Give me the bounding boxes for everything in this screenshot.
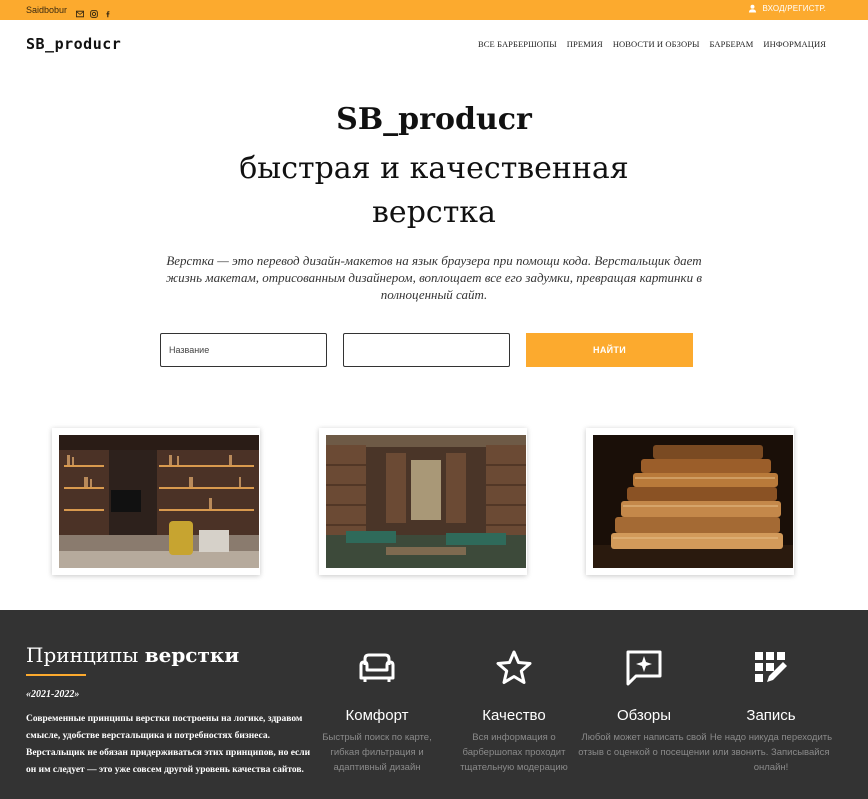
hero-title-line-2: верстка xyxy=(372,195,496,230)
feature-desc: Не надо никуда переходить или звонить. З… xyxy=(709,732,833,773)
nav-for-barbers[interactable]: БАРБЕРАМ xyxy=(710,39,754,49)
feature-title: Обзоры xyxy=(616,707,672,724)
nav-news-reviews[interactable]: НОВОСТИ И ОБЗОРЫ xyxy=(613,39,700,49)
nav-information[interactable]: ИНФОРМАЦИЯ xyxy=(763,39,826,49)
instagram-icon[interactable] xyxy=(90,5,98,18)
hero-brand: SB_producr xyxy=(336,102,532,137)
login-label: ВХОД/РЕГИСТР. xyxy=(762,4,826,13)
main-nav: ВСЕ БАРБЕРШОПЫ ПРЕМИЯ НОВОСТИ И ОБЗОРЫ Б… xyxy=(478,39,826,49)
feature-reviews: Обзоры Любой может написать свой отзыв с… xyxy=(574,648,714,760)
sofa-icon xyxy=(357,648,397,688)
nav-award[interactable]: ПРЕМИЯ xyxy=(567,39,603,49)
hero-title: быстрая и качественная верстка xyxy=(0,147,868,235)
principles-years: «2021-2022» xyxy=(26,689,80,700)
top-bar: Saidbobur ВХОД/РЕГИСТР. xyxy=(0,0,868,20)
feature-booking: Запись Не надо никуда переходить или зво… xyxy=(701,648,841,775)
search-button[interactable]: НАЙТИ xyxy=(526,333,693,367)
nav-all-barbershops[interactable]: ВСЕ БАРБЕРШОПЫ xyxy=(478,39,557,49)
facebook-icon[interactable] xyxy=(104,5,112,18)
top-brand: Saidbobur xyxy=(26,5,68,15)
hero-title-line-1: быстрая и качественная xyxy=(239,151,629,186)
name-search-input[interactable] xyxy=(160,333,327,367)
feature-comfort: Комфорт Быстрый поиск по карте, гибкая ф… xyxy=(307,648,447,775)
feature-quality: Качество Вся информация о барбершопах пр… xyxy=(444,648,584,775)
gallery-card[interactable] xyxy=(52,428,260,575)
feature-desc: Быстрый поиск по карте, гибкая фильтраци… xyxy=(322,732,432,773)
feature-title: Качество xyxy=(482,707,546,724)
search-form: НАЙТИ xyxy=(160,333,693,367)
user-icon xyxy=(748,4,757,13)
feature-desc: Вся информация о барбершопах проходит тщ… xyxy=(460,732,568,773)
principles-title-regular: Принципы xyxy=(26,643,145,667)
site-logo[interactable]: SB_producr xyxy=(26,35,121,53)
feature-desc: Любой может написать свой отзыв с оценко… xyxy=(578,732,710,758)
mail-icon[interactable] xyxy=(75,5,85,18)
social-links xyxy=(75,5,112,18)
review-icon xyxy=(624,648,664,688)
modern-library-shelves-image xyxy=(59,435,259,568)
hero-description: Верстка — это перевод дизайн-макетов на … xyxy=(166,253,702,302)
gallery-card[interactable] xyxy=(319,428,527,575)
principles-title: Принципы верстки xyxy=(26,643,239,667)
principles-title-bold: верстки xyxy=(144,643,240,667)
accent-divider xyxy=(26,674,86,676)
feature-title: Комфорт xyxy=(345,707,409,724)
star-icon xyxy=(494,648,534,688)
login-register-link[interactable]: ВХОД/РЕГИСТР. xyxy=(748,4,826,13)
principles-text: Современные принципы верстки построены н… xyxy=(26,714,311,775)
gallery-card[interactable] xyxy=(586,428,794,575)
booking-icon xyxy=(751,648,791,688)
antique-books-stack-image xyxy=(593,435,793,568)
feature-title: Запись xyxy=(746,707,796,724)
second-search-input[interactable] xyxy=(343,333,510,367)
old-library-hall-image xyxy=(326,435,526,568)
